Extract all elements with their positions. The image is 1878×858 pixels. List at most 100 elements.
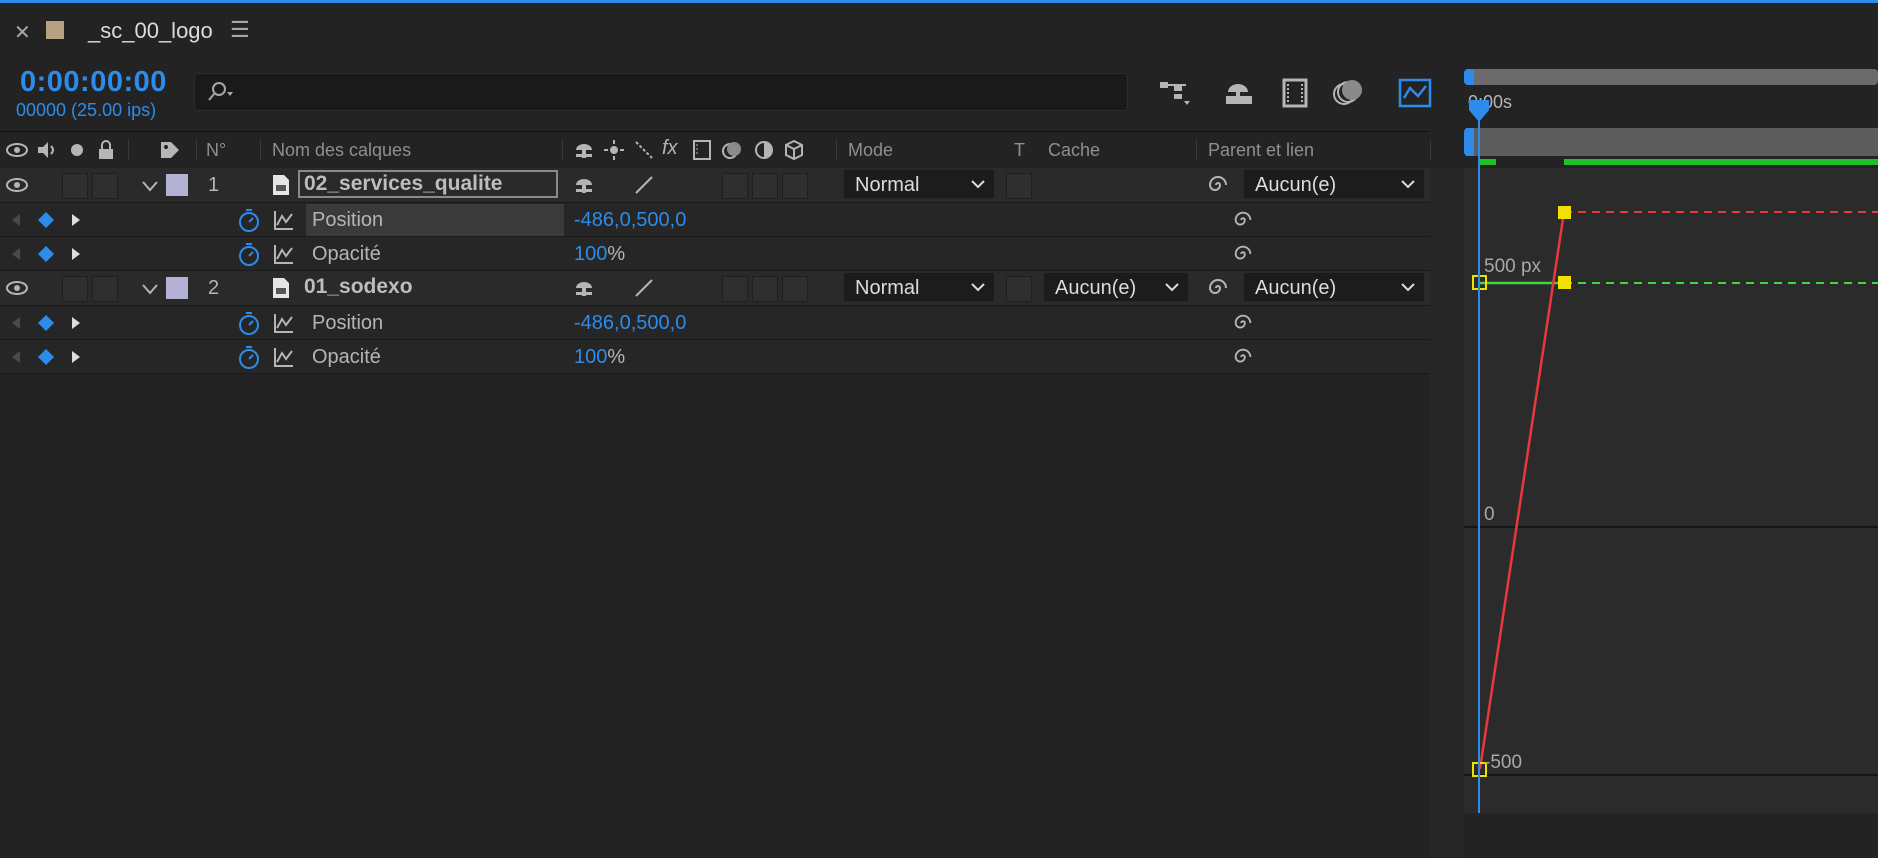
property-value[interactable]: -486,0,500,0 <box>574 209 686 232</box>
eye-icon[interactable] <box>5 276 29 300</box>
adjustment-layer-icon[interactable] <box>752 138 776 162</box>
layer-row[interactable]: 1 02_services_qualite Normal Aucun(e) <box>0 168 1430 202</box>
lock-icon[interactable] <box>94 138 118 162</box>
column-track-matte-t[interactable]: T <box>1014 140 1025 161</box>
solo-toggle[interactable] <box>62 173 88 199</box>
column-parent-link[interactable]: Parent et lien <box>1208 140 1314 161</box>
switch-box[interactable] <box>782 276 808 302</box>
stopwatch-icon[interactable] <box>236 241 262 267</box>
keyframe-diamond-icon[interactable] <box>36 313 56 333</box>
prev-keyframe-icon[interactable] <box>10 212 22 228</box>
property-name[interactable]: Position <box>312 209 383 232</box>
label-tag-icon[interactable] <box>158 138 182 162</box>
blend-mode-dropdown[interactable]: Normal <box>844 170 994 198</box>
3d-layer-icon[interactable] <box>782 138 806 162</box>
prev-keyframe-icon[interactable] <box>10 349 22 365</box>
property-row[interactable]: Opacité 100% <box>0 237 1430 271</box>
next-keyframe-icon[interactable] <box>70 246 82 262</box>
preserve-transparency-toggle[interactable] <box>1006 276 1032 302</box>
stopwatch-icon[interactable] <box>236 344 262 370</box>
lock-toggle[interactable] <box>92 276 118 302</box>
property-value-number[interactable]: 100 <box>574 243 607 265</box>
hamburger-menu-icon[interactable]: ☰ <box>230 17 250 43</box>
graph-toggle-icon[interactable] <box>272 208 296 232</box>
empty-layer-area[interactable] <box>0 374 1430 858</box>
property-row[interactable]: Position -486,0,500,0 <box>0 203 1430 237</box>
label-color-swatch[interactable] <box>166 174 188 196</box>
chevron-down-icon[interactable] <box>140 176 160 196</box>
layer-search-box[interactable] <box>194 73 1128 111</box>
frame-blending-icon[interactable] <box>1276 76 1316 110</box>
graph-editor-icon[interactable] <box>1396 76 1436 110</box>
work-area-start-handle[interactable] <box>1464 128 1474 156</box>
switch-box[interactable] <box>782 173 808 199</box>
keyframe-diamond-icon[interactable] <box>36 347 56 367</box>
parent-dropdown[interactable]: Aucun(e) <box>1244 170 1424 198</box>
eye-icon[interactable] <box>5 173 29 197</box>
current-time-indicator[interactable] <box>1478 108 1480 813</box>
quality-icon[interactable] <box>632 138 656 162</box>
pick-whip-icon[interactable] <box>1206 173 1230 197</box>
property-value-number[interactable]: -486,0,500,0 <box>574 312 686 334</box>
collapse-transform-icon[interactable] <box>602 138 626 162</box>
property-value-number[interactable]: -486,0,500,0 <box>574 209 686 231</box>
graph-toggle-icon[interactable] <box>272 345 296 369</box>
motion-blur-column-icon[interactable] <box>720 138 744 162</box>
effects-fx-icon[interactable]: fx <box>662 137 678 160</box>
property-name[interactable]: Opacité <box>312 346 381 369</box>
pick-whip-icon[interactable] <box>1232 346 1254 368</box>
column-mode[interactable]: Mode <box>848 140 893 161</box>
next-keyframe-icon[interactable] <box>70 315 82 331</box>
property-name[interactable]: Opacité <box>312 243 381 266</box>
graph-toggle-icon[interactable] <box>272 242 296 266</box>
draft-3d-icon[interactable] <box>1222 76 1262 110</box>
preserve-transparency-toggle[interactable] <box>1006 173 1032 199</box>
pick-whip-icon[interactable] <box>1232 312 1254 334</box>
shy-icon[interactable] <box>572 173 596 197</box>
keyframe-diamond-icon[interactable] <box>36 244 56 264</box>
eye-icon[interactable] <box>5 138 29 162</box>
panel-splitter[interactable] <box>1430 168 1464 858</box>
switch-box[interactable] <box>752 276 778 302</box>
pick-whip-icon[interactable] <box>1232 209 1254 231</box>
close-icon[interactable]: ✕ <box>14 20 31 45</box>
switch-box[interactable] <box>752 173 778 199</box>
prev-keyframe-icon[interactable] <box>10 315 22 331</box>
next-keyframe-icon[interactable] <box>70 349 82 365</box>
quality-best-icon[interactable] <box>632 276 656 300</box>
search-input[interactable] <box>239 78 1113 106</box>
motion-blur-icon[interactable] <box>1328 76 1368 110</box>
layer-name[interactable]: 01_sodexo <box>304 275 413 299</box>
time-navigator-bar[interactable] <box>1466 69 1878 85</box>
composition-tab-title[interactable]: _sc_00_logo <box>88 18 213 44</box>
chevron-down-icon[interactable] <box>140 279 160 299</box>
solo-toggle[interactable] <box>62 276 88 302</box>
property-value[interactable]: 100% <box>574 346 625 369</box>
layer-row[interactable]: 2 01_sodexo Normal Aucun(e) Aucun(e) <box>0 271 1430 305</box>
property-name[interactable]: Position <box>312 312 383 335</box>
composition-flowchart-icon[interactable] <box>1156 76 1196 110</box>
playhead-icon[interactable] <box>1467 98 1491 124</box>
next-keyframe-icon[interactable] <box>70 212 82 228</box>
track-matte-dropdown[interactable]: Aucun(e) <box>1044 273 1188 301</box>
lock-toggle[interactable] <box>92 173 118 199</box>
column-layer-name[interactable]: Nom des calques <box>272 140 411 161</box>
navigator-start-handle[interactable] <box>1464 69 1474 85</box>
audio-icon[interactable] <box>35 138 59 162</box>
stopwatch-icon[interactable] <box>236 207 262 233</box>
keyframe-diamond-icon[interactable] <box>36 210 56 230</box>
work-area-bar[interactable] <box>1466 128 1878 156</box>
layer-name[interactable]: 02_services_qualite <box>304 172 502 196</box>
quality-best-icon[interactable] <box>632 173 656 197</box>
graph-toggle-icon[interactable] <box>272 311 296 335</box>
shy-icon[interactable] <box>572 276 596 300</box>
blend-mode-dropdown[interactable]: Normal <box>844 273 994 301</box>
property-value-number[interactable]: 100 <box>574 346 607 368</box>
pick-whip-icon[interactable] <box>1206 276 1230 300</box>
shy-icon[interactable] <box>572 138 596 162</box>
graph-editor-canvas[interactable]: 500 px 0 -500 <box>1464 168 1878 813</box>
stopwatch-icon[interactable] <box>236 310 262 336</box>
pick-whip-icon[interactable] <box>1232 243 1254 265</box>
property-value[interactable]: -486,0,500,0 <box>574 312 686 335</box>
solo-icon[interactable] <box>65 138 89 162</box>
